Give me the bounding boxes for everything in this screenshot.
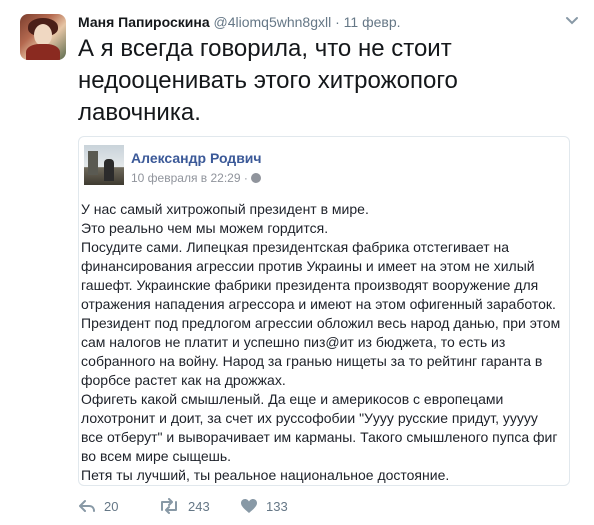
retweet-icon — [161, 498, 177, 514]
tweet-header: Маня Папироскина @4liomq5whn8gxll · 11 ф… — [78, 14, 401, 30]
reply-count: 20 — [104, 498, 119, 514]
tweet: Маня Папироскина @4liomq5whn8gxll · 11 ф… — [0, 0, 594, 525]
author-handle[interactable]: @4liomq5whn8gxll — [214, 14, 332, 30]
avatar-person — [104, 159, 114, 181]
quoted-line: гашефт. Украинские фабрики президента пр… — [81, 277, 539, 293]
quoted-line: Петя ты лучший, ты реальное национальное… — [81, 467, 450, 483]
quoted-post-date[interactable]: 10 февраля в 22:29 · — [131, 171, 248, 185]
globe-icon — [250, 173, 261, 183]
retweet-count: 243 — [188, 498, 210, 514]
quoted-post-body: У нас самый хитрожопый президент в мире.… — [81, 200, 565, 485]
quoted-line: Посудите сами. Липецкая президентская фа… — [81, 239, 510, 255]
tweet-date[interactable]: 11 февр. — [344, 14, 401, 30]
quoted-author-avatar[interactable] — [84, 145, 124, 185]
separator-dot: · — [335, 14, 340, 30]
quoted-author-name[interactable]: Александр Родвич — [131, 150, 262, 166]
quoted-line: лохотронит и доит, за счет их руссофобии… — [81, 410, 538, 426]
quoted-line: Офигеть какой смышленый. Да еще и америк… — [81, 391, 504, 407]
author-name[interactable]: Маня Папироскина — [78, 14, 210, 30]
quoted-line: сам налогов не платит и успешно пиз@ит и… — [81, 334, 506, 350]
quoted-post[interactable]: Александр Родвич 10 февраля в 22:29 · У … — [78, 136, 570, 486]
quoted-line: отражения нападения агрессора и имеют на… — [81, 296, 556, 312]
quoted-line: все отберут" и выворачивает им карманы. … — [81, 429, 558, 445]
avatar-body — [26, 44, 60, 60]
quoted-line: финансирования агрессии против Украины и… — [81, 258, 535, 274]
quoted-line: У нас самый хитрожопый президент в мире. — [81, 201, 369, 217]
avatar-face — [34, 24, 52, 46]
quoted-line: собранного на войну. Народ за гранью нищ… — [81, 353, 543, 369]
like-count: 133 — [266, 498, 288, 514]
quoted-line: Президент под предлогом агрессии обложил… — [81, 315, 561, 331]
like-button[interactable]: 133 — [240, 498, 288, 514]
heart-icon — [241, 499, 257, 513]
reply-icon — [79, 500, 95, 512]
quoted-post-meta: 10 февраля в 22:29 · — [131, 171, 261, 185]
tweet-text: А я всегда говорила, что не стоит недооц… — [78, 35, 458, 126]
author-avatar[interactable] — [20, 14, 66, 60]
quoted-line: во всем мире сыщешь. — [81, 448, 232, 464]
chevron-down-icon[interactable] — [564, 12, 580, 28]
quoted-line: Это реально чем мы можем гордится. — [81, 220, 329, 236]
reply-button[interactable]: 20 — [78, 498, 118, 514]
avatar-tree — [88, 151, 98, 175]
quoted-line: форбсе растет как на дрожжах. — [81, 372, 286, 388]
retweet-button[interactable]: 243 — [158, 498, 210, 514]
